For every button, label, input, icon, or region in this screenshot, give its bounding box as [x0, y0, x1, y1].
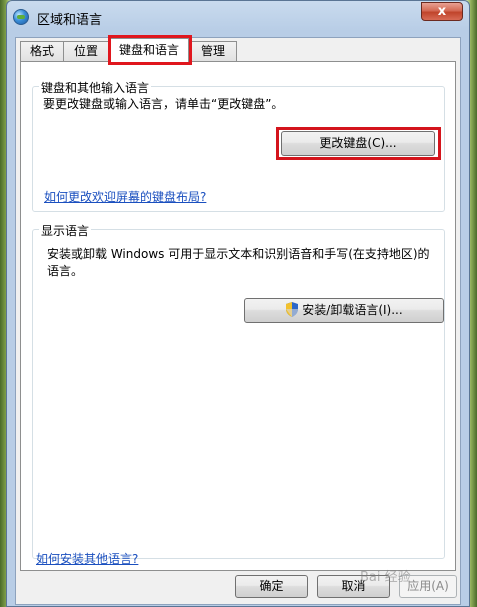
dialog-client: 格式 位置 键盘和语言 管理 键盘和其他输入语言 要更改键盘或输入语言，请单击“… [15, 35, 461, 605]
install-uninstall-languages-button[interactable]: 安装/卸载语言(I)... [244, 298, 444, 323]
tab-strip: 格式 位置 键盘和语言 管理 [16, 35, 460, 65]
display-group-title: 显示语言 [39, 222, 92, 239]
tab-administrative[interactable]: 管理 [189, 41, 237, 61]
ok-button[interactable]: 确定 [235, 575, 308, 598]
display-language-description: 安装或卸载 Windows 可用于显示文本和识别语音和手写(在支持地区)的语言。 [47, 247, 430, 278]
uac-shield-icon [286, 302, 299, 317]
keyboard-layout-link[interactable]: 如何更改欢迎屏幕的键盘布局? [44, 188, 206, 205]
tab-location[interactable]: 位置 [63, 41, 109, 61]
title-bar[interactable]: 区域和语言 x [7, 1, 469, 33]
globe-icon [13, 9, 29, 25]
baidu-watermark: Bai 经验 [360, 570, 411, 585]
region-language-window: 区域和语言 x 格式 位置 键盘和语言 管理 键盘和其他输入语言 要更改键盘或输… [6, 0, 470, 607]
install-uninstall-label: 安装/卸载语言(I)... [302, 303, 403, 317]
keyboard-group-title: 键盘和其他输入语言 [39, 79, 152, 96]
button-highlight-annotation [276, 127, 441, 160]
tab-formats[interactable]: 格式 [20, 41, 64, 61]
install-languages-link[interactable]: 如何安装其他语言? [36, 550, 138, 567]
tab-keyboards-languages[interactable]: 键盘和语言 [109, 38, 189, 62]
display-language-group: 显示语言 安装或卸载 Windows 可用于显示文本和识别语音和手写(在支持地区… [32, 222, 445, 559]
tab-panel: 键盘和其他输入语言 要更改键盘或输入语言，请单击“更改键盘”。 更改键盘(C).… [20, 61, 456, 571]
close-button[interactable]: x [421, 2, 463, 21]
keyboard-description: 要更改键盘或输入语言，请单击“更改键盘”。 [43, 97, 284, 111]
window-title: 区域和语言 [37, 13, 103, 28]
